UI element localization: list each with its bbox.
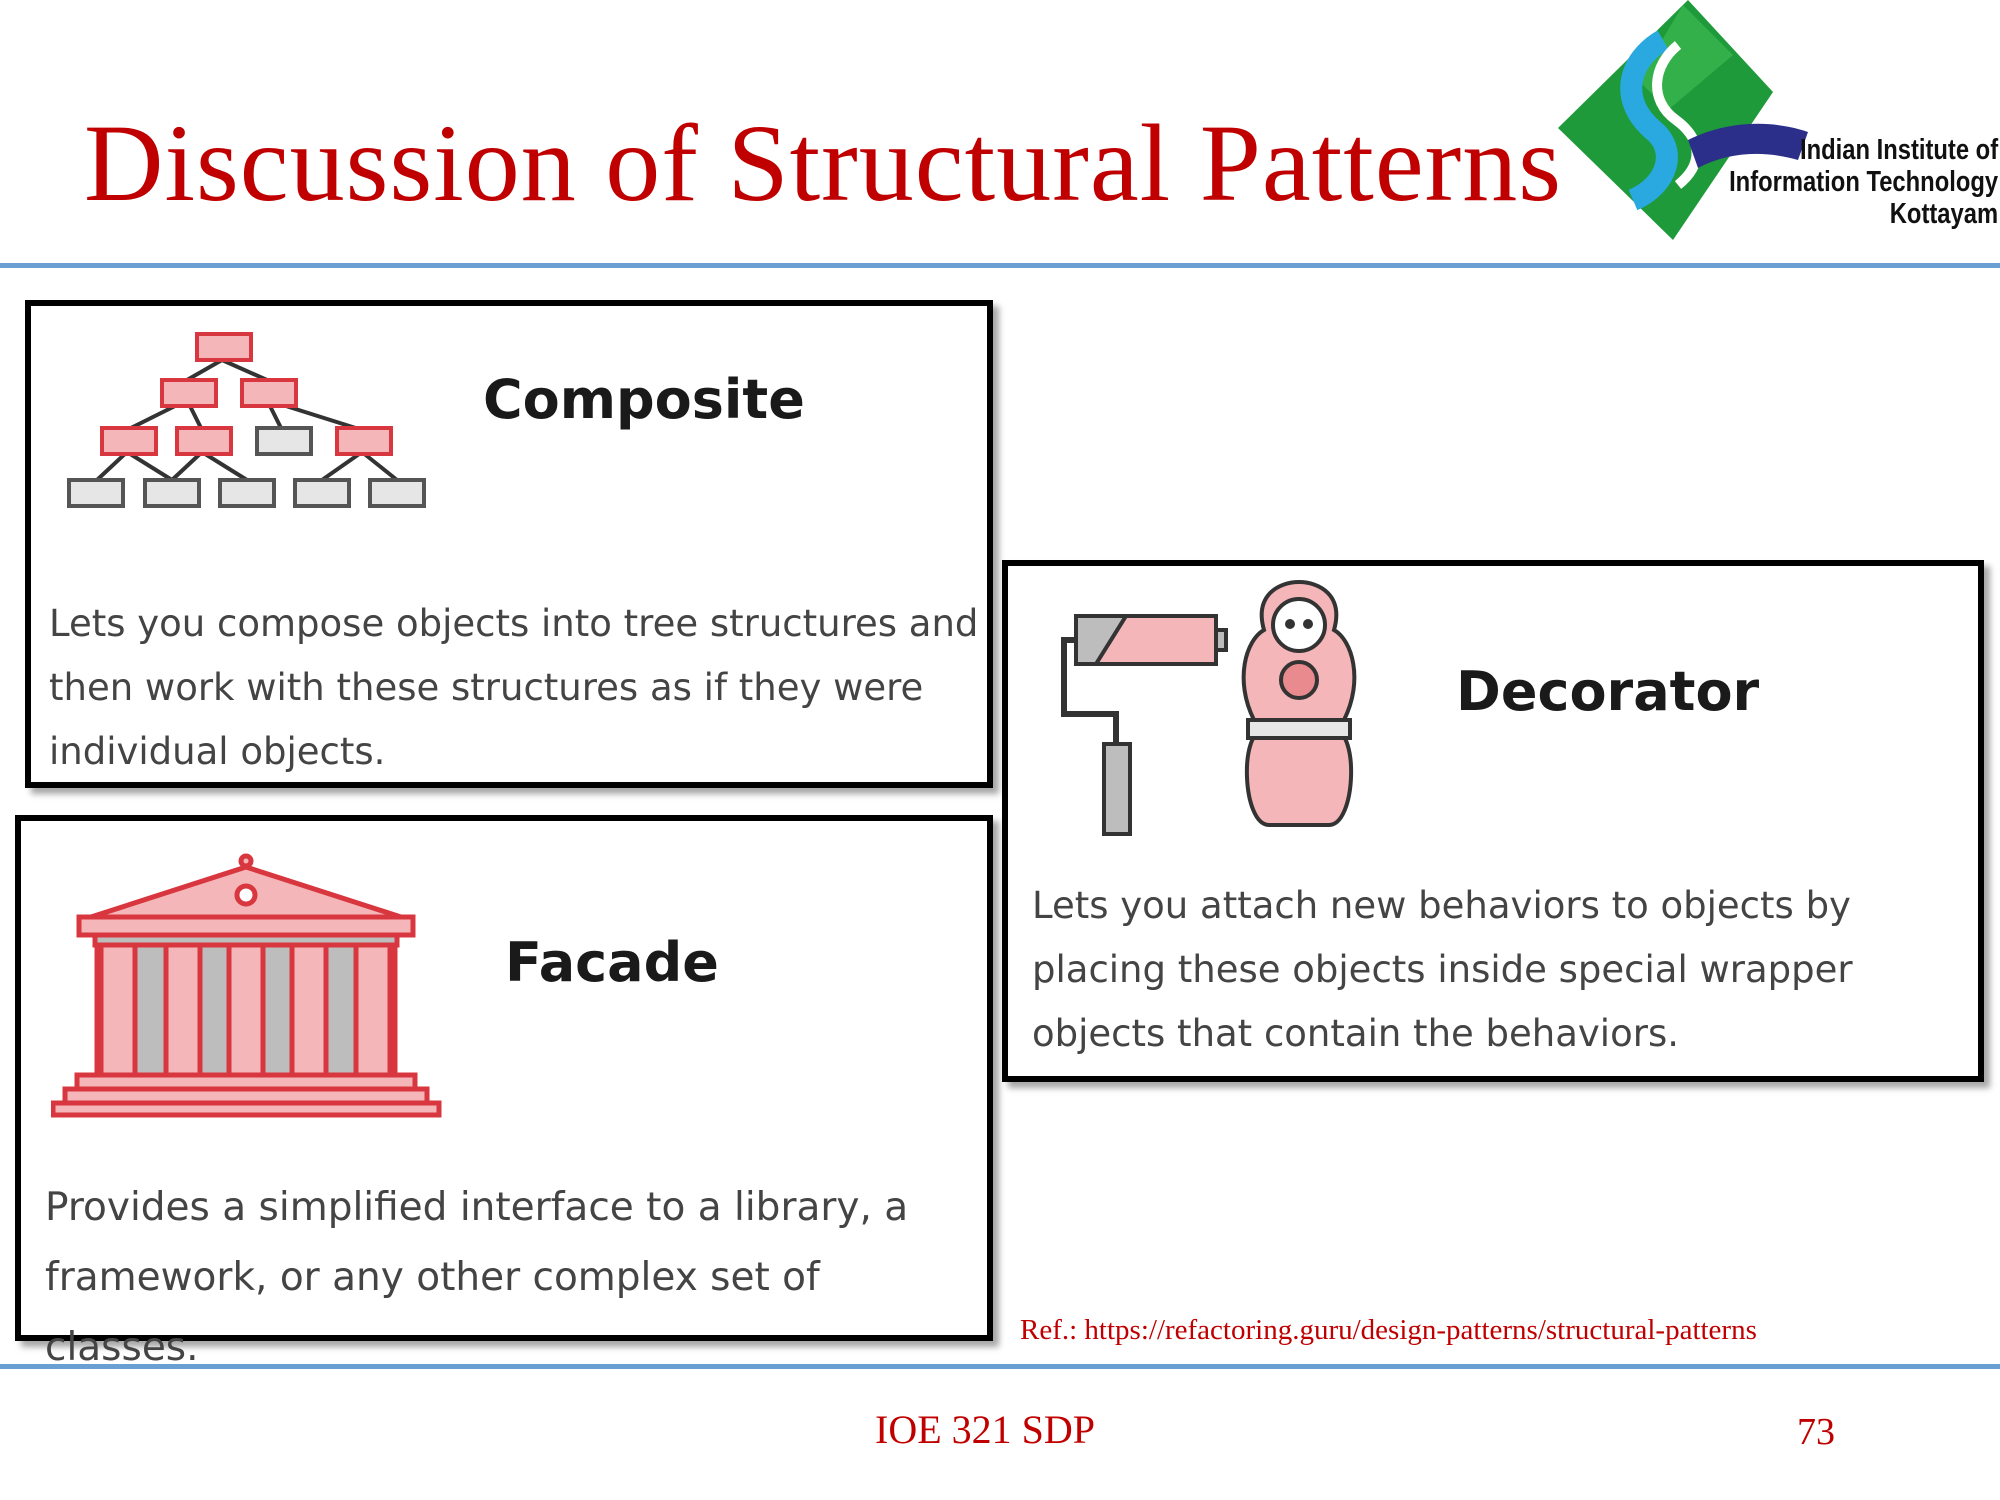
tree-hierarchy-icon [67,332,426,508]
facade-card: Facade Provides a simplified interface t… [15,815,993,1370]
header-rule [0,263,2000,268]
composite-card: Composite Lets you compose objects into … [25,300,993,788]
composite-title: Composite [483,368,805,431]
composite-description: Lets you compose objects into tree struc… [49,602,979,773]
reference-link[interactable]: Ref.: https://refactoring.guru/design-pa… [1020,1314,1757,1347]
footer-course: IOE 321 SDP [875,1407,1096,1452]
decorator-card: Decorator Lets you attach new behaviors … [1002,560,1984,1082]
slide-title: Discussion of Structural Patterns [84,102,1563,224]
footer-rule [0,1364,2000,1369]
institute-name-line2: Information Technology [1728,166,1998,198]
nesting-doll-icon [1241,580,1357,827]
institute-name-line3: Kottayam [1889,198,1998,230]
greek-temple-icon [51,853,442,1118]
institute-logo: Indian Institute of Information Technolo… [1558,0,2000,248]
institute-name-line1: Indian Institute of [1799,134,1998,166]
facade-description: Provides a simplified interface to a lib… [45,1185,909,1370]
page-number: 73 [1797,1411,1835,1453]
facade-title: Facade [505,931,719,994]
decorator-description: Lets you attach new behaviors to objects… [1032,884,1853,1055]
paint-roller-icon [1061,614,1228,836]
decorator-title: Decorator [1456,660,1760,723]
